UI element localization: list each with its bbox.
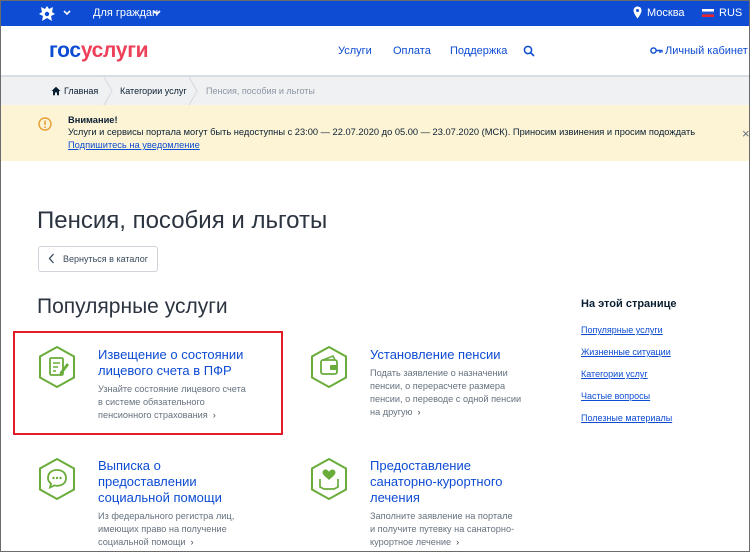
close-icon[interactable]: × bbox=[742, 126, 749, 141]
service-card-title[interactable]: Установление пенсии bbox=[370, 347, 501, 363]
home-icon[interactable] bbox=[51, 86, 61, 96]
breadcrumb-categories[interactable]: Категории услуг bbox=[120, 77, 187, 105]
warning-icon bbox=[38, 117, 52, 131]
service-card-description: Из федерального регистра лиц, имеющих пр… bbox=[98, 511, 235, 549]
nav-support[interactable]: Поддержка bbox=[450, 45, 507, 57]
chat-bubble-icon bbox=[39, 457, 75, 501]
chevron-right-icon[interactable]: › bbox=[418, 406, 421, 419]
gosuslugi-logo[interactable]: госуслуги bbox=[49, 39, 149, 63]
nav-payment[interactable]: Оплата bbox=[393, 45, 431, 57]
service-card-title[interactable]: Выписка о предоставлении социальной помо… bbox=[98, 458, 222, 506]
heart-hands-icon bbox=[311, 457, 347, 501]
breadcrumb-separator bbox=[103, 77, 113, 105]
for-citizens-menu[interactable]: Для граждан bbox=[93, 7, 158, 19]
service-card-title[interactable]: Предоставление санаторно-курортного лече… bbox=[370, 458, 503, 506]
back-to-catalog-button[interactable]: Вернуться в каталог bbox=[38, 246, 158, 272]
breadcrumb-home[interactable]: Главная bbox=[64, 77, 98, 105]
maintenance-alert: Внимание! Услуги и сервисы портала могут… bbox=[1, 105, 749, 161]
wallet-icon bbox=[311, 345, 347, 389]
nav-services[interactable]: Услуги bbox=[338, 45, 372, 57]
toc-item-categories[interactable]: Категории услуг bbox=[581, 369, 648, 379]
top-bar: Для граждан Москва RUS bbox=[1, 1, 749, 26]
toc-item-life-situations[interactable]: Жизненные ситуации bbox=[581, 347, 671, 357]
browser-frame: Для граждан Москва RUS госуслуги Услуги … bbox=[0, 0, 750, 552]
chevron-down-icon[interactable] bbox=[62, 8, 72, 18]
service-card-description: Заполните заявление на портале и получит… bbox=[370, 511, 515, 549]
breadcrumb: Главная Категории услуг Пенсия, пособия … bbox=[1, 77, 749, 105]
service-card-description: Подать заявление о назначении пенсии, о … bbox=[370, 368, 522, 419]
subscribe-link[interactable]: Подпишитесь на уведомление bbox=[68, 140, 200, 150]
city-selector[interactable]: Москва bbox=[647, 7, 685, 19]
chevron-right-icon[interactable]: › bbox=[456, 536, 459, 549]
location-pin-icon bbox=[633, 6, 642, 19]
chevron-left-icon bbox=[48, 253, 54, 264]
coat-of-arms-icon[interactable] bbox=[37, 4, 57, 23]
chevron-right-icon[interactable]: › bbox=[191, 536, 194, 549]
chevron-down-icon[interactable] bbox=[152, 8, 162, 18]
breadcrumb-separator bbox=[188, 77, 198, 105]
highlight-box bbox=[13, 331, 283, 435]
alert-message: Услуги и сервисы портала могут быть недо… bbox=[68, 127, 696, 137]
personal-cabinet-link[interactable]: Личный кабинет bbox=[665, 45, 748, 57]
russian-flag-icon bbox=[702, 9, 714, 17]
toc-item-materials[interactable]: Полезные материалы bbox=[581, 413, 672, 423]
search-icon[interactable] bbox=[523, 45, 535, 57]
popular-services-title: Популярные услуги bbox=[37, 295, 228, 318]
language-selector[interactable]: RUS bbox=[719, 7, 742, 19]
toc-item-faq[interactable]: Частые вопросы bbox=[581, 391, 650, 401]
key-icon bbox=[650, 47, 663, 54]
page-title: Пенсия, пособия и льготы bbox=[37, 207, 328, 234]
toc-title: На этой странице bbox=[581, 298, 677, 310]
site-header: госуслуги Услуги Оплата Поддержка Личный… bbox=[1, 26, 749, 77]
toc-item-popular[interactable]: Популярные услуги bbox=[581, 325, 663, 335]
breadcrumb-current: Пенсия, пособия и льготы bbox=[206, 86, 315, 96]
alert-title: Внимание! bbox=[68, 115, 118, 125]
